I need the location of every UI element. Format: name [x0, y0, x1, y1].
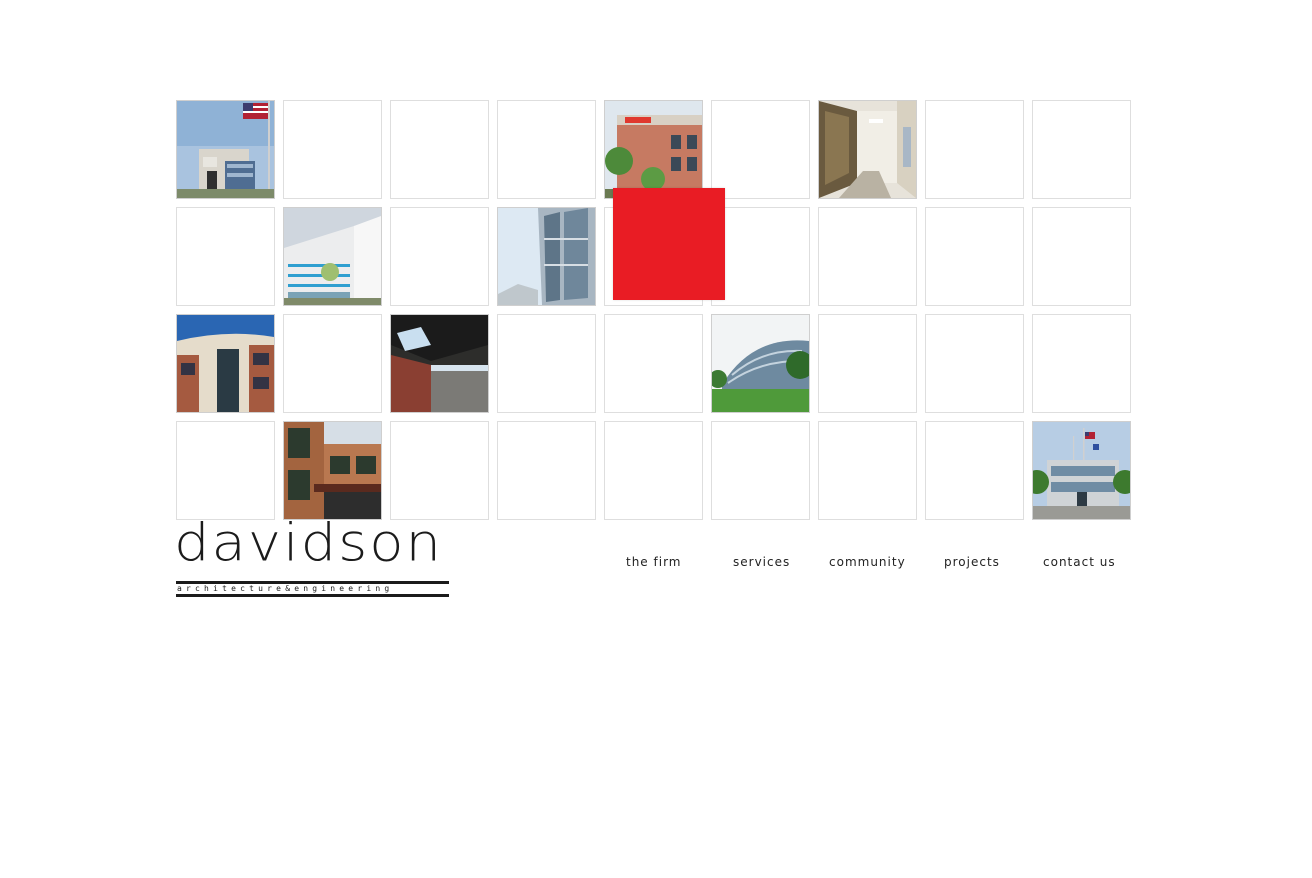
project-thumbnail-flag-office-building[interactable]: [176, 100, 275, 199]
project-thumbnail-grid: [176, 100, 1132, 521]
empty-thumbnail-tile: [711, 100, 810, 199]
red-accent-square: [613, 188, 725, 300]
flag-office-building-image: [177, 101, 274, 198]
empty-thumbnail-tile: [711, 207, 810, 306]
logo-wordmark: davidson: [174, 513, 444, 574]
empty-thumbnail-tile: [497, 100, 596, 199]
logo-tagline: architecture&engineering: [177, 584, 394, 593]
empty-thumbnail-tile: [283, 314, 382, 413]
main-nav: the firm services community projects con…: [600, 555, 1140, 573]
nav-projects[interactable]: projects: [944, 555, 1000, 569]
empty-thumbnail-tile: [818, 421, 917, 520]
nav-contact-us[interactable]: contact us: [1043, 555, 1116, 569]
empty-thumbnail-tile: [818, 314, 917, 413]
brick-retail-building-image: [605, 101, 702, 198]
empty-thumbnail-tile: [390, 421, 489, 520]
empty-thumbnail-tile: [497, 421, 596, 520]
empty-thumbnail-tile: [818, 207, 917, 306]
curved-brick-building-image: [177, 315, 274, 412]
project-thumbnail-glass-tower[interactable]: [497, 207, 596, 306]
glass-tower-image: [498, 208, 595, 305]
interior-ceiling-image: [391, 315, 488, 412]
project-thumbnail-interior-ceiling[interactable]: [390, 314, 489, 413]
interior-corridor-image: [819, 101, 916, 198]
empty-thumbnail-tile: [1032, 100, 1131, 199]
empty-thumbnail-tile: [925, 207, 1024, 306]
empty-thumbnail-tile: [1032, 314, 1131, 413]
nav-the-firm[interactable]: the firm: [626, 555, 681, 569]
nav-services[interactable]: services: [733, 555, 790, 569]
davidson-logo[interactable]: davidson architecture&engineering: [174, 518, 450, 598]
empty-thumbnail-tile: [497, 314, 596, 413]
empty-thumbnail-tile: [925, 314, 1024, 413]
empty-thumbnail-tile: [176, 207, 275, 306]
empty-thumbnail-tile: [390, 100, 489, 199]
empty-thumbnail-tile: [1032, 207, 1131, 306]
brick-office-entrance-image: [284, 422, 381, 519]
project-thumbnail-office-campus-flags[interactable]: [1032, 421, 1131, 520]
empty-thumbnail-tile: [283, 100, 382, 199]
project-thumbnail-curved-brick-building[interactable]: [176, 314, 275, 413]
empty-thumbnail-tile: [604, 314, 703, 413]
empty-thumbnail-tile: [604, 421, 703, 520]
empty-thumbnail-tile: [925, 421, 1024, 520]
empty-thumbnail-tile: [390, 207, 489, 306]
project-thumbnail-interior-corridor[interactable]: [818, 100, 917, 199]
office-campus-flags-image: [1033, 422, 1130, 519]
project-thumbnail-white-office-building[interactable]: [283, 207, 382, 306]
nav-community[interactable]: community: [829, 555, 906, 569]
empty-thumbnail-tile: [176, 421, 275, 520]
logo-rule-bottom: [176, 594, 449, 597]
project-thumbnail-brick-office-entrance[interactable]: [283, 421, 382, 520]
empty-thumbnail-tile: [711, 421, 810, 520]
project-thumbnail-glass-curved-building[interactable]: [711, 314, 810, 413]
project-thumbnail-brick-retail-building[interactable]: [604, 100, 703, 199]
glass-curved-building-image: [712, 315, 809, 412]
white-office-building-image: [284, 208, 381, 305]
empty-thumbnail-tile: [925, 100, 1024, 199]
